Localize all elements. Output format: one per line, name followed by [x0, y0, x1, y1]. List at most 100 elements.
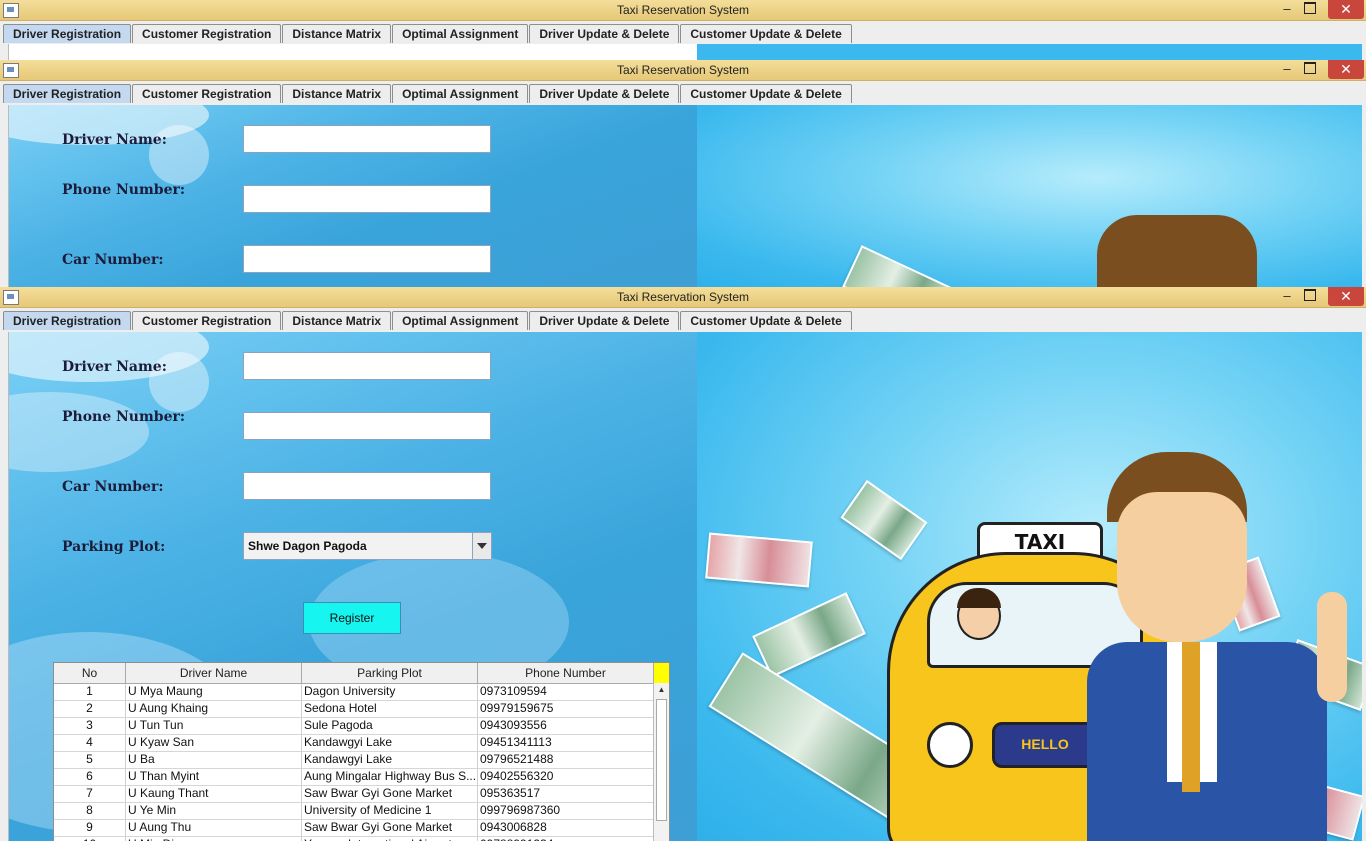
scroll-thumb[interactable]	[656, 699, 667, 821]
column-header-driver-name[interactable]: Driver Name	[126, 663, 302, 683]
phone-number-field[interactable]	[243, 185, 491, 213]
tab-optimal-assignment[interactable]: Optimal Assignment	[392, 24, 529, 43]
maximize-icon[interactable]	[1304, 2, 1316, 14]
driver-name-label: Driver Name:	[62, 132, 167, 148]
tab-customer-registration[interactable]: Customer Registration	[132, 311, 282, 330]
table-row[interactable]: 9U Aung Thu Saw Bwar Gyi Gone Market 09430…	[54, 820, 669, 837]
tab-customer-registration[interactable]: Customer Registration	[132, 84, 282, 103]
table-cell: 7	[54, 786, 126, 802]
table-cell: 09788991234	[478, 837, 654, 841]
table-cell: 4	[54, 735, 126, 751]
table-row[interactable]: 4U Kyaw San Kandawgyi Lake 09451341113	[54, 735, 669, 752]
table-cell: Saw Bwar Gyi Gone Market	[302, 820, 478, 836]
banknote-image	[840, 479, 928, 561]
tab-optimal-assignment[interactable]: Optimal Assignment	[392, 311, 529, 330]
drivers-table: No Driver Name Parking Plot Phone Number…	[53, 662, 670, 841]
column-header-phone-number[interactable]: Phone Number	[478, 663, 654, 683]
close-button[interactable]: ✕	[1328, 60, 1364, 79]
table-row[interactable]: 3U Tun Tun Sule Pagoda 0943093556	[54, 718, 669, 735]
parking-plot-selected: Shwe Dagon Pagoda	[248, 539, 367, 553]
background-right: TAXI HELLO	[697, 332, 1362, 841]
table-cell: U Kyaw San	[126, 735, 302, 751]
tab-bar: Driver Registration Customer Registratio…	[0, 21, 1366, 43]
table-cell: 09402556320	[478, 769, 654, 785]
businessman-illustration	[1087, 442, 1347, 841]
table-cell: 09979159675	[478, 701, 654, 717]
driver-name-field[interactable]	[243, 125, 491, 153]
table-cell: Kandawgyi Lake	[302, 735, 478, 751]
table-cell: 10	[54, 837, 126, 841]
tab-driver-registration[interactable]: Driver Registration	[3, 311, 132, 330]
tab-customer-update-delete[interactable]: Customer Update & Delete	[680, 84, 852, 103]
title-bar[interactable]: Taxi Reservation System – ✕	[0, 0, 1366, 21]
tab-driver-registration[interactable]: Driver Registration	[3, 84, 132, 103]
tab-driver-update-delete[interactable]: Driver Update & Delete	[529, 84, 680, 103]
table-row[interactable]: 6U Than Myint Aung Mingalar Highway Bus S…	[54, 769, 669, 786]
register-button[interactable]: Register	[303, 602, 401, 634]
column-header-parking-plot[interactable]: Parking Plot	[302, 663, 478, 683]
parking-plot-dropdown[interactable]: Shwe Dagon Pagoda	[243, 532, 492, 560]
title-bar[interactable]: Taxi Reservation System – ✕	[0, 60, 1366, 81]
table-scrollbar[interactable]: ▲	[653, 683, 669, 841]
car-number-field[interactable]	[243, 245, 491, 273]
table-row[interactable]: 1U Mya Maung Dagon University 0973109594	[54, 684, 669, 701]
table-cell: Aung Mingalar Highway Bus S...	[304, 769, 478, 785]
table-cell: 0973109594	[478, 684, 654, 700]
table-cell: 3	[54, 718, 126, 734]
car-number-label: Car Number:	[62, 479, 164, 495]
chevron-down-icon[interactable]	[472, 533, 491, 559]
table-cell: 1	[54, 684, 126, 700]
table-cell: 2	[54, 701, 126, 717]
phone-number-field[interactable]	[243, 412, 491, 440]
banknote-image	[752, 592, 866, 678]
table-cell: Dagon University	[302, 684, 478, 700]
table-cell: 095363517	[478, 786, 654, 802]
background-image	[697, 44, 1362, 60]
table-row[interactable]: 2U Aung Khaing Sedona Hotel 09979159675	[54, 701, 669, 718]
taxi-plate: HELLO	[992, 722, 1098, 768]
tab-distance-matrix[interactable]: Distance Matrix	[282, 24, 392, 43]
tab-driver-update-delete[interactable]: Driver Update & Delete	[529, 311, 680, 330]
window-front: Taxi Reservation System – ✕ Driver Regis…	[0, 287, 1366, 841]
tab-driver-update-delete[interactable]: Driver Update & Delete	[529, 24, 680, 43]
tab-customer-registration[interactable]: Customer Registration	[132, 24, 282, 43]
tab-customer-update-delete[interactable]: Customer Update & Delete	[680, 24, 852, 43]
minimize-button[interactable]: –	[1280, 287, 1294, 307]
maximize-icon[interactable]	[1304, 289, 1316, 301]
table-cell: U Aung Thu	[126, 820, 302, 836]
table-cell: Sedona Hotel	[302, 701, 478, 717]
tab-customer-update-delete[interactable]: Customer Update & Delete	[680, 311, 852, 330]
table-cell: Kandawgyi Lake	[302, 752, 478, 768]
car-number-field[interactable]	[243, 472, 491, 500]
table-cell: U Aung Khaing	[126, 701, 302, 717]
table-cell: 5	[54, 752, 126, 768]
parking-plot-label: Parking Plot:	[62, 539, 166, 555]
column-header-no[interactable]: No	[54, 663, 126, 683]
table-row[interactable]: 5U Ba Kandawgyi Lake 09796521488	[54, 752, 669, 769]
close-button[interactable]: ✕	[1328, 287, 1364, 306]
tab-optimal-assignment[interactable]: Optimal Assignment	[392, 84, 529, 103]
table-row[interactable]: 8U Ye Min University of Medicine 1 0997969…	[54, 803, 669, 820]
title-bar[interactable]: Taxi Reservation System – ✕	[0, 287, 1366, 308]
minimize-button[interactable]: –	[1280, 60, 1294, 80]
table-cell: 0943006828	[478, 820, 654, 836]
table-row[interactable]: 10U Min DinYangon International Airport0…	[54, 837, 669, 841]
maximize-icon[interactable]	[1304, 62, 1316, 74]
table-header: No Driver Name Parking Plot Phone Number	[54, 663, 669, 684]
tab-driver-registration[interactable]: Driver Registration	[3, 24, 132, 43]
tab-distance-matrix[interactable]: Distance Matrix	[282, 311, 392, 330]
tab-distance-matrix[interactable]: Distance Matrix	[282, 84, 392, 103]
table-cell: Saw Bwar Gyi Gone Market	[302, 786, 478, 802]
table-cell: 9	[54, 820, 126, 836]
scroll-up-icon[interactable]: ▲	[654, 683, 669, 697]
tab-bar: Driver Registration Customer Registratio…	[0, 81, 1366, 103]
minimize-button[interactable]: –	[1280, 0, 1294, 20]
window-title: Taxi Reservation System	[616, 290, 750, 304]
table-cell: 099796987360	[478, 803, 654, 819]
driver-name-field[interactable]	[243, 352, 491, 380]
table-row[interactable]: 7U Kaung Thant Saw Bwar Gyi Gone Market 09…	[54, 786, 669, 803]
close-button[interactable]: ✕	[1328, 0, 1364, 19]
phone-number-label: Phone Number:	[62, 409, 186, 425]
window-back-1: Taxi Reservation System – ✕ Driver Regis…	[0, 0, 1366, 60]
content-panel: TAXI HELLO Driver Name: Phone Number: Ca…	[8, 332, 1362, 841]
